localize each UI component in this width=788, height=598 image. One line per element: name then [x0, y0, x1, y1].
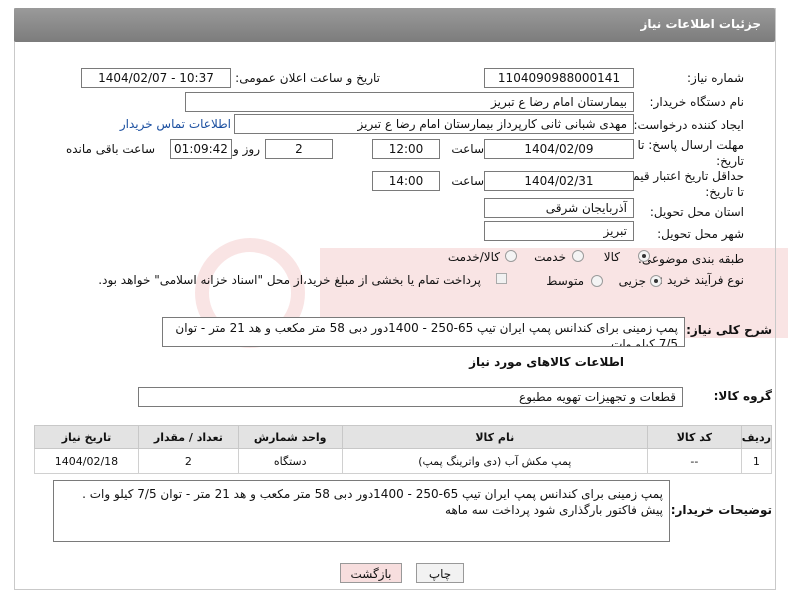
- announce-field: 1404/02/07 - 10:37: [81, 68, 231, 88]
- category-radio-goods[interactable]: [638, 250, 650, 262]
- goods-table-header: ردیف کد کالا نام کالا واحد شمارش تعداد /…: [34, 425, 773, 449]
- buyer-label: نام دستگاه خریدار:: [649, 95, 745, 109]
- buyer-notes-textarea: پمپ زمینی برای کندانس پمپ ایران تیپ 65-2…: [53, 480, 670, 542]
- treasury-payment-checkbox[interactable]: [496, 273, 507, 284]
- deadline-time-field: 12:00: [372, 139, 440, 159]
- contact-buyer-link[interactable]: اطلاعات تماس خریدار: [120, 117, 231, 131]
- buyer-notes-label: توضیحات خریدار:: [670, 503, 772, 517]
- buyer-field: بیمارستان امام رضا ع تبریز: [185, 92, 634, 112]
- description-label: شرح کلی نیاز:: [686, 323, 772, 337]
- back-button[interactable]: بازگشت: [340, 563, 402, 583]
- city-label: شهر محل تحویل:: [657, 227, 744, 241]
- category-goods-service-label: کالا/خدمت: [447, 250, 500, 264]
- announce-label: تاریخ و ساعت اعلان عمومی:: [235, 71, 380, 85]
- category-radio-goods-service[interactable]: [505, 250, 517, 262]
- process-radio-minor[interactable]: [650, 275, 662, 287]
- process-minor-label: جزیی: [618, 274, 646, 288]
- cell-goods-code: --: [646, 448, 742, 474]
- validity-label: حداقل تاریخ اعتبار قیمت: تا تاریخ:: [617, 169, 744, 199]
- payment-note: پرداخت تمام یا بخشی از مبلغ خرید،از محل …: [98, 273, 481, 287]
- cell-quantity: 2: [137, 448, 239, 474]
- page-title: جزئیات اطلاعات نیاز: [640, 17, 761, 31]
- cell-goods-name: پمپ مکش آب (دی واترینگ پمپ): [341, 448, 648, 474]
- city-field: تبریز: [484, 221, 634, 241]
- category-goods-label: کالا: [603, 250, 620, 264]
- remaining-label: ساعت باقی مانده: [65, 142, 155, 156]
- province-field: آذربایجان شرقی: [484, 198, 634, 218]
- col-quantity: تعداد / مقدار: [137, 425, 239, 449]
- days-label: روز و: [233, 142, 260, 156]
- cell-need-date: 1404/02/18: [34, 448, 139, 474]
- process-medium-label: متوسط: [546, 274, 584, 288]
- page-header: جزئیات اطلاعات نیاز: [14, 8, 775, 42]
- description-textarea: پمپ زمینی برای کندانس پمپ ایران تیپ 65-2…: [162, 317, 685, 347]
- goods-table: ردیف کد کالا نام کالا واحد شمارش تعداد /…: [34, 425, 773, 474]
- deadline-label: مهلت ارسال پاسخ: تا تاریخ:: [637, 138, 744, 168]
- cell-unit: دستگاه: [237, 448, 343, 474]
- col-goods-name: نام کالا: [341, 425, 648, 449]
- validity-time-label: ساعت: [451, 174, 484, 188]
- days-field: 2: [265, 139, 333, 159]
- creator-field: مهدی شبانی ثانی کارپرداز بیمارستان امام …: [234, 114, 634, 134]
- process-label: نوع فرآیند خرید :: [659, 273, 744, 287]
- col-goods-code: کد کالا: [646, 425, 742, 449]
- validity-date-field: 1404/02/31: [484, 171, 634, 191]
- col-unit: واحد شمارش: [237, 425, 343, 449]
- category-radio-service[interactable]: [572, 250, 584, 262]
- creator-label: ایجاد کننده درخواست:: [633, 118, 744, 132]
- category-label: طبقه بندی موضوعی:: [637, 252, 744, 266]
- deadline-time-label: ساعت: [451, 142, 484, 156]
- print-button[interactable]: چاپ: [416, 563, 464, 583]
- col-need-date: تاریخ نیاز: [34, 425, 139, 449]
- goods-section-title: اطلاعات کالاهای مورد نیاز: [469, 355, 624, 369]
- goods-group-label: گروه کالا:: [713, 389, 772, 403]
- validity-time-field: 14:00: [372, 171, 440, 191]
- process-radio-medium[interactable]: [591, 275, 603, 287]
- col-row-number: ردیف: [740, 425, 773, 449]
- remaining-time-field: 01:09:42: [170, 139, 232, 159]
- province-label: استان محل تحویل:: [649, 205, 744, 219]
- need-number-label: شماره نیاز:: [687, 71, 744, 85]
- need-number-field: 1104090988000141: [484, 68, 634, 88]
- table-row: 1 -- پمپ مکش آب (دی واترینگ پمپ) دستگاه …: [34, 448, 773, 474]
- deadline-date-field: 1404/02/09: [484, 139, 634, 159]
- cell-row-number: 1: [740, 448, 773, 474]
- category-service-label: خدمت: [534, 250, 566, 264]
- goods-group-field: قطعات و تجهیزات تهویه مطبوع: [138, 387, 683, 407]
